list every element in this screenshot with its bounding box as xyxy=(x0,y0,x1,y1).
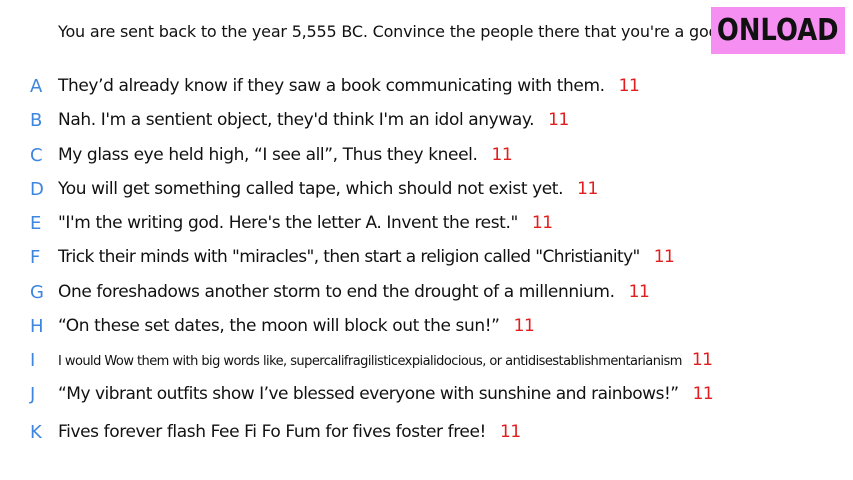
answer-score: 11 xyxy=(692,384,714,404)
answer-score: 11 xyxy=(691,350,713,370)
answer-letter: H xyxy=(30,316,44,337)
answer-text: One foreshadows another storm to end the… xyxy=(58,282,615,302)
answer-score: 11 xyxy=(628,282,650,302)
answer-score: 11 xyxy=(548,110,569,130)
answer-letter: A xyxy=(30,76,43,97)
answer-text: "I'm the writing god. Here's the letter … xyxy=(58,213,518,233)
answer-score: 11 xyxy=(577,179,598,199)
answer-score: 11 xyxy=(499,422,521,442)
answer-text-wrap: “My vibrant outfits show I’ve blessed ev… xyxy=(58,384,714,404)
answer-letter: K xyxy=(30,422,42,443)
answer-letter: C xyxy=(30,145,43,166)
answer-text: You will get something called tape, whic… xyxy=(58,179,564,199)
answer-text: They’d already know if they saw a book c… xyxy=(58,76,605,96)
answer-text: Fives forever flash Fee Fi Fo Fum for fi… xyxy=(58,422,486,442)
answer-score: 11 xyxy=(653,247,675,267)
answer-text: Nah. I'm a sentient object, they'd think… xyxy=(58,110,535,130)
answer-score: 11 xyxy=(531,213,553,233)
answer-text: “My vibrant outfits show I’ve blessed ev… xyxy=(58,384,679,404)
answer-letter: I xyxy=(30,350,36,371)
answer-text-wrap: You will get something called tape, whic… xyxy=(58,179,598,199)
answer-letter: G xyxy=(30,282,44,303)
answer-text: “On these set dates, the moon will block… xyxy=(58,316,500,336)
answer-text-wrap: “On these set dates, the moon will block… xyxy=(58,316,535,336)
answer-text-wrap: Nah. I'm a sentient object, they'd think… xyxy=(58,110,569,130)
answer-text: Trick their minds with "miracles", then … xyxy=(58,247,640,267)
answer-score: 11 xyxy=(618,76,640,96)
answer-text-wrap: I would Wow them with big words like, su… xyxy=(58,350,713,370)
answer-score: 11 xyxy=(491,145,513,165)
answer-text-wrap: They’d already know if they saw a book c… xyxy=(58,76,640,96)
answer-text: I would Wow them with big words like, su… xyxy=(58,354,682,369)
answer-text-wrap: Trick their minds with "miracles", then … xyxy=(58,247,675,267)
answer-letter: D xyxy=(30,179,44,200)
answer-text-wrap: My glass eye held high, “I see all”, Thu… xyxy=(58,145,513,165)
answer-text: My glass eye held high, “I see all”, Thu… xyxy=(58,145,478,165)
answer-text-wrap: One foreshadows another storm to end the… xyxy=(58,282,650,302)
answer-letter: F xyxy=(30,247,41,268)
answer-letter: E xyxy=(30,213,42,234)
answer-letter: J xyxy=(30,384,36,405)
answer-text-wrap: "I'm the writing god. Here's the letter … xyxy=(58,213,553,233)
answer-score: 11 xyxy=(513,316,535,336)
answer-text-wrap: Fives forever flash Fee Fi Fo Fum for fi… xyxy=(58,422,521,442)
answer-list: A They’d already know if they saw a book… xyxy=(0,0,853,480)
answer-letter: B xyxy=(30,110,43,131)
